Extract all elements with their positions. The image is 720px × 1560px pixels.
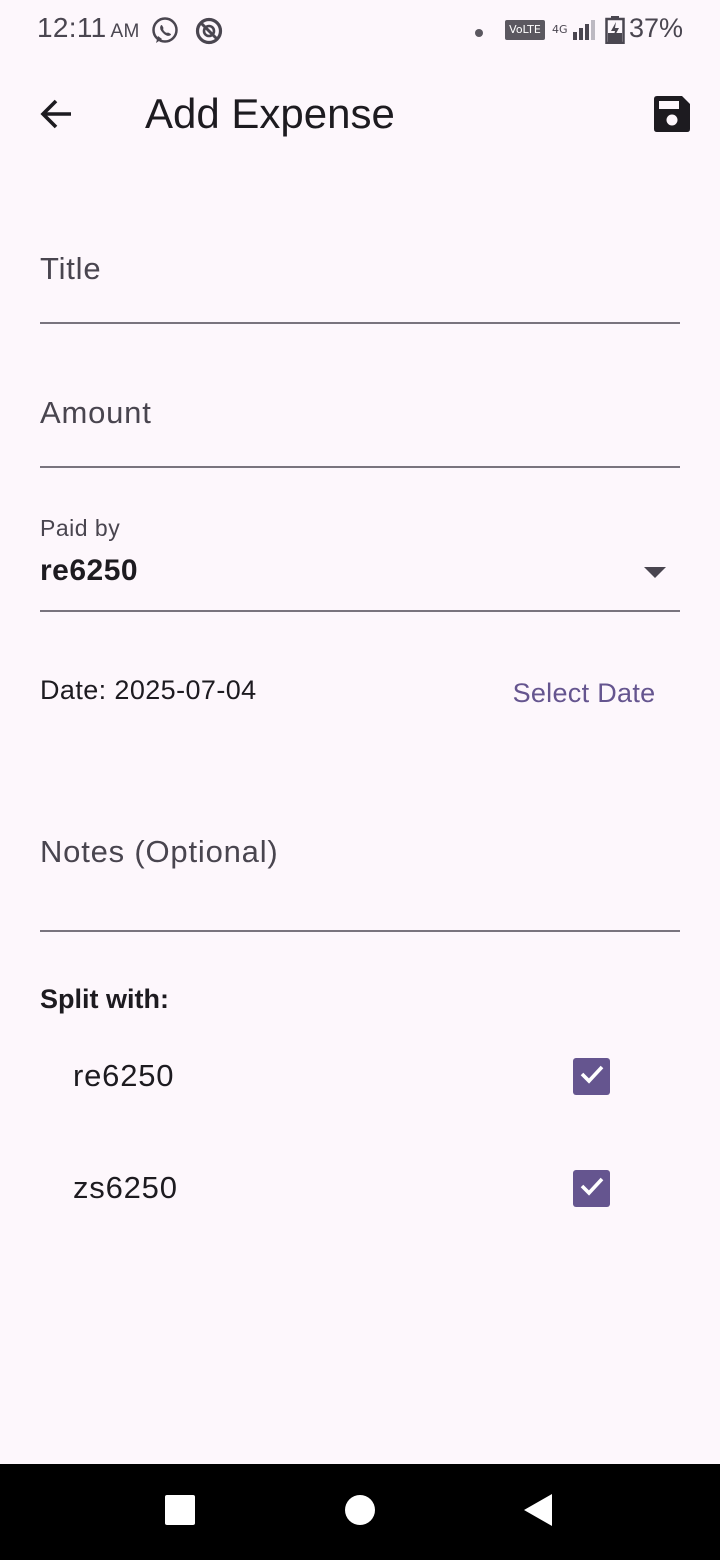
system-navigation-bar: [0, 1464, 720, 1560]
checkmark-icon: [578, 1060, 606, 1093]
title-input[interactable]: [40, 230, 680, 306]
status-ampm: AM: [110, 21, 140, 42]
split-member-row[interactable]: zs6250: [40, 1138, 680, 1238]
arrow-left-icon: [38, 96, 74, 137]
triangle-back-icon: [522, 1493, 554, 1532]
notes-field[interactable]: [40, 810, 680, 932]
status-time-value: 12:11: [37, 12, 107, 43]
app-bar: Add Expense: [0, 62, 720, 170]
data-saver-icon: [194, 16, 224, 51]
dropdown-arrow-icon: [644, 567, 666, 578]
square-icon: [164, 1494, 196, 1531]
amount-input[interactable]: [40, 374, 680, 450]
circle-icon: [344, 1494, 376, 1531]
signal-strength-icon: [572, 18, 596, 47]
select-date-button[interactable]: Select Date: [490, 660, 678, 726]
volte-badge: VoLTE: [505, 20, 545, 40]
paid-by-dropdown[interactable]: Paid by re6250: [40, 510, 680, 612]
status-time: 12:11 AM: [37, 12, 140, 44]
status-bar: 12:11 AM VoLTE 4G 37%: [0, 0, 720, 62]
amount-field[interactable]: [40, 374, 680, 468]
system-back-button[interactable]: [510, 1484, 566, 1540]
battery-charging-icon: [605, 16, 625, 49]
split-member-name: zs6250: [73, 1170, 178, 1205]
notification-dot-icon: [474, 25, 484, 43]
split-member-name: re6250: [73, 1058, 175, 1093]
network-type: 4G: [552, 23, 568, 36]
recents-button[interactable]: [152, 1484, 208, 1540]
floppy-disk-icon: [653, 95, 691, 138]
date-text: Date: 2025-07-04: [40, 675, 257, 705]
checkmark-icon: [578, 1172, 606, 1205]
split-member-row[interactable]: re6250: [40, 1026, 680, 1126]
back-button[interactable]: [28, 88, 84, 144]
save-button[interactable]: [644, 88, 700, 144]
home-button[interactable]: [332, 1484, 388, 1540]
paid-by-value: re6250: [40, 554, 139, 587]
whatsapp-icon: [150, 16, 180, 51]
split-with-heading: Split with:: [40, 984, 169, 1014]
battery-percentage: 37%: [628, 13, 683, 43]
paid-by-label: Paid by: [40, 515, 121, 541]
title-field[interactable]: [40, 230, 680, 324]
notes-input[interactable]: [40, 810, 680, 894]
split-member-checkbox[interactable]: [573, 1058, 610, 1095]
page-title: Add Expense: [145, 90, 395, 137]
split-member-checkbox[interactable]: [573, 1170, 610, 1207]
